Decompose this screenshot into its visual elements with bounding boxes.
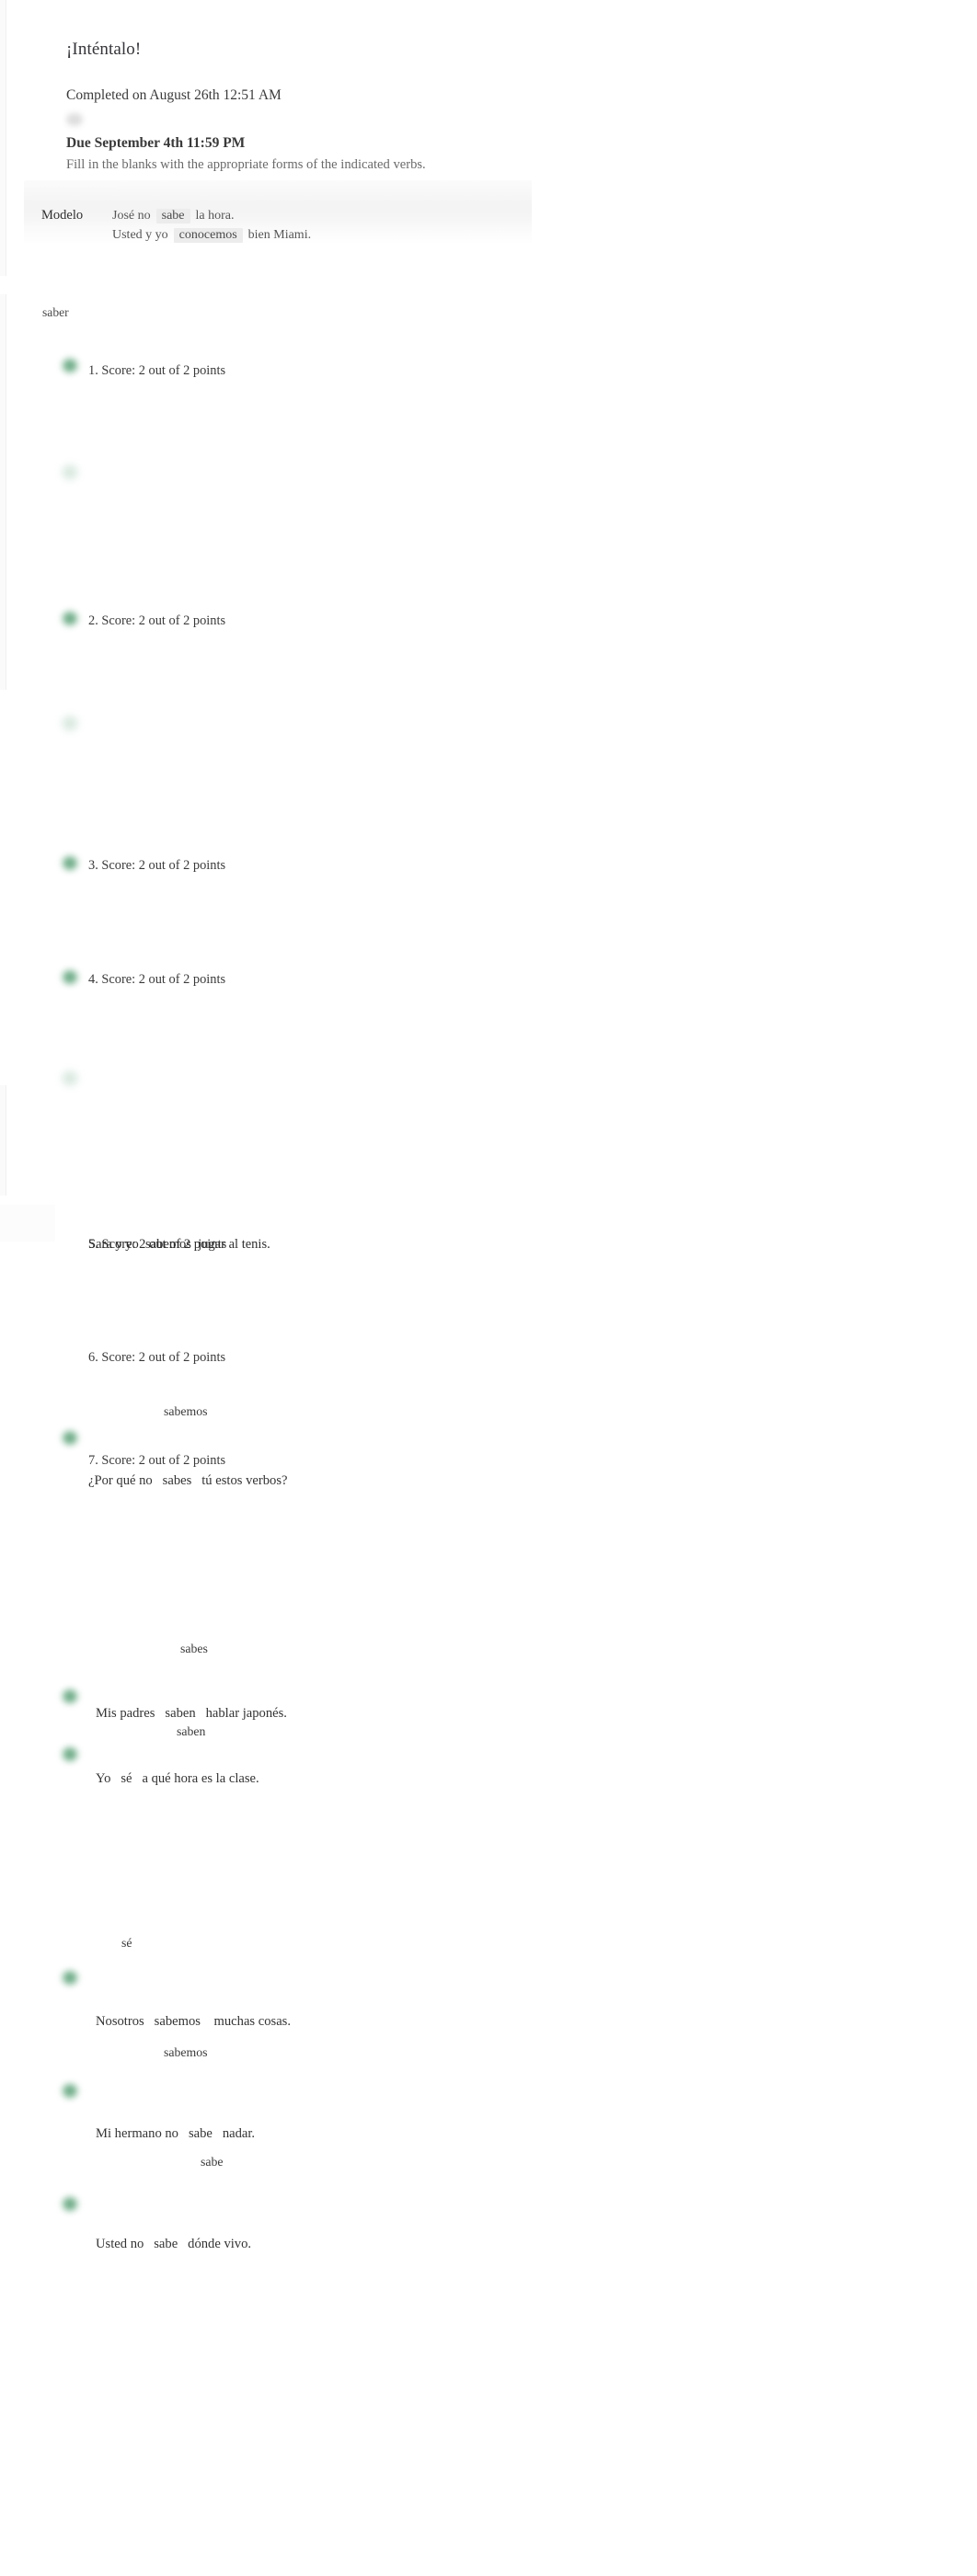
sentence-10-before: Nosotros: [96, 2014, 144, 2029]
correct-check-icon-3: [61, 855, 79, 871]
modelo-line1-answer: sabe: [155, 209, 190, 223]
item-5-sentence: Sara y yo sabemos jugar al tenis.: [88, 1237, 270, 1253]
answer-word-3: saben: [177, 1724, 206, 1738]
correct-check-icon-12: [61, 2196, 79, 2212]
modelo-line2-after: bien Miami.: [247, 228, 312, 242]
sentence-9-after: a qué hora es la clase.: [142, 1771, 259, 1786]
modelo-line1-before: José no: [112, 209, 151, 223]
sentence-11-after: nadar.: [222, 2126, 256, 2141]
sentence-12-answer: sabe: [154, 2237, 178, 2251]
modelo-label: Modelo: [41, 208, 84, 223]
correct-check-icon-9: [61, 1746, 79, 1762]
item-score-7: 7. Score: 2 out of 2 points: [88, 1453, 226, 1468]
left-gutter-rail-top: [0, 0, 6, 276]
sentence-12-after: dónde vivo.: [188, 2237, 252, 2251]
sentence-7-answer: sabes: [162, 1473, 192, 1488]
correct-check-icon-2: [61, 611, 79, 626]
sentence-8-before: Mis padres: [96, 1706, 155, 1721]
correct-check-icon-1: [61, 358, 79, 373]
item-score-1: 1. Score: 2 out of 2 points: [88, 363, 226, 378]
exercise-instructions: Fill in the blanks with the appropriate …: [66, 157, 426, 172]
item-score-3: 3. Score: 2 out of 2 points: [88, 858, 226, 873]
verb-group-heading: saber: [42, 305, 69, 319]
modelo-line2-answer: conocemos: [173, 228, 243, 243]
modelo-line2-before: Usted y yo: [112, 228, 168, 242]
answer-word-6: sabe: [201, 2155, 224, 2169]
item-score-2: 2. Score: 2 out of 2 points: [88, 613, 226, 628]
modelo-example-line-2: Usted y yo conocemos bien Miami.: [112, 228, 311, 243]
answer-word-2: sabes: [180, 1642, 208, 1655]
modelo-example-line-1: José no sabe la hora.: [112, 209, 235, 223]
correct-check-icon-11: [61, 2083, 79, 2099]
item-score-6: 6. Score: 2 out of 2 points: [88, 1350, 226, 1365]
sentence-12: Usted no sabe dónde vivo.: [96, 2237, 251, 2252]
sentence-11-answer: sabe: [188, 2126, 213, 2141]
due-timestamp: Due September 4th 11:59 PM: [66, 135, 246, 151]
left-gutter-rail-lower: [0, 1085, 6, 1196]
left-gutter-band: [0, 1205, 55, 1242]
correct-check-icon-10: [61, 1970, 79, 1986]
correct-check-icon-7: [61, 1430, 79, 1446]
left-gutter-rail-middle: [0, 294, 6, 690]
sentence-10: Nosotros sabemos muchas cosas.: [96, 2014, 291, 2030]
correct-check-icon-4: [61, 969, 79, 985]
sentence-11-before: Mi hermano no: [96, 2126, 178, 2141]
status-dot-icon: [66, 113, 83, 126]
item-score-4: 4. Score: 2 out of 2 points: [88, 972, 226, 987]
sentence-9-before: Yo: [96, 1771, 111, 1786]
sentence-12-before: Usted no: [96, 2237, 144, 2251]
item-5-sentence-after: jugar al tenis.: [198, 1237, 270, 1252]
item-5-overlapping-row: 5. Score: 2 out of 2 points Sara y yo sa…: [0, 1237, 977, 1261]
sentence-10-answer: sabemos: [154, 2014, 201, 2029]
modelo-line1-after: la hora.: [195, 209, 235, 223]
sentence-8-answer: saben: [165, 1706, 196, 1721]
answer-word-5: sabemos: [164, 2045, 208, 2059]
sentence-8: Mis padres saben hablar japonés.: [96, 1706, 287, 1722]
answer-word-4: sé: [121, 1936, 132, 1950]
sentence-10-after: muchas cosas.: [213, 2014, 292, 2029]
sentence-7-after: tú estos verbos?: [201, 1473, 288, 1488]
sentence-7-before: ¿Por qué no: [88, 1473, 153, 1488]
sentence-8-after: hablar japonés.: [205, 1706, 287, 1721]
item-5-sentence-answer: sabemos: [145, 1237, 191, 1252]
correct-check-icon-1-ghost: [61, 464, 79, 480]
item-5-sentence-before: Sara y yo: [88, 1237, 139, 1252]
page-title: ¡Inténtalo!: [66, 40, 142, 59]
correct-check-icon-8: [61, 1689, 79, 1704]
sentence-11: Mi hermano no sabe nadar.: [96, 2126, 255, 2142]
completed-timestamp: Completed on August 26th 12:51 AM: [66, 87, 282, 103]
sentence-7: ¿Por qué no sabes tú estos verbos?: [88, 1473, 287, 1489]
answer-word-1: sabemos: [164, 1404, 208, 1418]
correct-check-icon-4-ghost: [61, 1070, 79, 1086]
correct-check-icon-2-ghost: [61, 716, 79, 731]
sentence-9-answer: sé: [121, 1771, 132, 1786]
sentence-9: Yo sé a qué hora es la clase.: [96, 1771, 259, 1787]
